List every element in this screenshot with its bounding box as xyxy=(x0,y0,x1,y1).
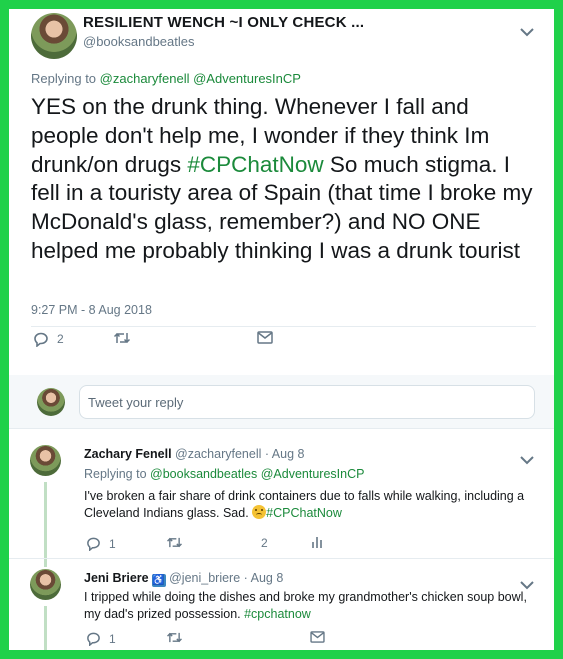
reply-text: I tripped while doing the dishes and bro… xyxy=(84,589,539,623)
mention-link[interactable]: @AdventuresInCP xyxy=(261,467,365,481)
divider xyxy=(31,326,536,327)
reply-count: 2 xyxy=(57,332,64,346)
reply-button[interactable]: 1 xyxy=(86,536,116,551)
thread-line xyxy=(44,606,47,650)
hashtag-link[interactable]: #cpchatnow xyxy=(244,607,311,621)
like-count-value: 2 xyxy=(261,536,268,550)
reply-count: 1 xyxy=(109,631,116,646)
reply-tweet[interactable]: Zachary Fenell @zacharyfenell · Aug 8 Re… xyxy=(9,430,554,558)
avatar[interactable] xyxy=(30,445,61,476)
chevron-down-icon[interactable] xyxy=(518,23,536,41)
retweet-button[interactable] xyxy=(113,331,131,345)
hashtag-link[interactable]: #CPChatNow xyxy=(187,152,323,177)
reply-date[interactable]: · Aug 8 xyxy=(265,447,305,461)
reply-icon xyxy=(34,332,48,347)
sad-face-icon xyxy=(252,505,267,519)
author-name[interactable]: Zachary Fenell xyxy=(84,447,172,461)
like-count[interactable]: 2 xyxy=(261,536,268,550)
reply-button[interactable]: 2 xyxy=(33,331,64,347)
author-name[interactable]: RESILIENT WENCH ~I ONLY CHECK ... xyxy=(83,14,364,31)
author-name[interactable]: Jeni Briere xyxy=(84,571,149,585)
replying-to-label: Replying to xyxy=(84,467,147,481)
avatar[interactable] xyxy=(30,569,61,600)
author-handle[interactable]: @zacharyfenell xyxy=(175,447,261,461)
retweet-icon xyxy=(167,537,182,548)
envelope-icon xyxy=(310,631,325,643)
analytics-icon xyxy=(312,537,322,548)
thread-line xyxy=(44,482,47,558)
current-user-avatar xyxy=(37,388,65,416)
reply-icon xyxy=(87,632,100,646)
replying-to: Replying to @zacharyfenell @AdventuresIn… xyxy=(31,71,301,86)
reply-tweet[interactable]: Jeni Briere ♿ @jeni_briere · Aug 8 I trip… xyxy=(9,559,554,650)
mention-link[interactable]: @booksandbeatles xyxy=(150,467,257,481)
reply-actions: 1 xyxy=(84,631,325,649)
author-handle[interactable]: @booksandbeatles xyxy=(83,34,195,49)
reply-button[interactable]: 1 xyxy=(86,631,116,646)
reply-count: 1 xyxy=(109,536,116,551)
reply-composer xyxy=(9,375,554,429)
reply-date[interactable]: · Aug 8 xyxy=(244,571,284,585)
avatar[interactable] xyxy=(31,13,77,59)
reply-header: Jeni Briere ♿ @jeni_briere · Aug 8 xyxy=(84,571,283,587)
retweet-icon xyxy=(113,332,131,344)
retweet-button[interactable] xyxy=(166,631,183,644)
reply-input[interactable] xyxy=(79,385,535,419)
author-handle[interactable]: @jeni_briere xyxy=(169,571,240,585)
thread-line xyxy=(44,559,47,567)
timestamp[interactable]: 9:27 PM - 8 Aug 2018 xyxy=(31,303,152,317)
envelope-icon xyxy=(257,331,273,344)
reply-text: I've broken a fair share of drink contai… xyxy=(84,488,539,522)
mention-link[interactable]: @AdventuresInCP xyxy=(193,71,301,86)
reply-header: Zachary Fenell @zacharyfenell · Aug 8 xyxy=(84,447,304,461)
main-tweet: RESILIENT WENCH ~I ONLY CHECK ... @books… xyxy=(9,9,554,374)
mention-link[interactable]: @zacharyfenell xyxy=(100,71,190,86)
replying-to-label: Replying to xyxy=(31,71,97,86)
reply-actions: 1 2 xyxy=(84,536,324,554)
replying-to: Replying to @booksandbeatles @Adventures… xyxy=(84,467,364,481)
tweet-actions: 2 xyxy=(31,331,273,351)
hashtag-link[interactable]: #CPChatNow xyxy=(266,506,342,520)
analytics-button[interactable] xyxy=(311,536,323,549)
chevron-down-icon[interactable] xyxy=(518,451,536,469)
direct-message-button[interactable] xyxy=(257,331,273,344)
tweet-text: YES on the drunk thing. Whenever I fall … xyxy=(31,93,536,266)
reply-icon xyxy=(87,537,100,551)
tweet-thread-card: RESILIENT WENCH ~I ONLY CHECK ... @books… xyxy=(9,9,554,650)
wheelchair-icon: ♿ xyxy=(151,574,166,587)
retweet-icon xyxy=(167,632,182,643)
retweet-button[interactable] xyxy=(166,536,183,549)
direct-message-button[interactable] xyxy=(310,631,325,643)
